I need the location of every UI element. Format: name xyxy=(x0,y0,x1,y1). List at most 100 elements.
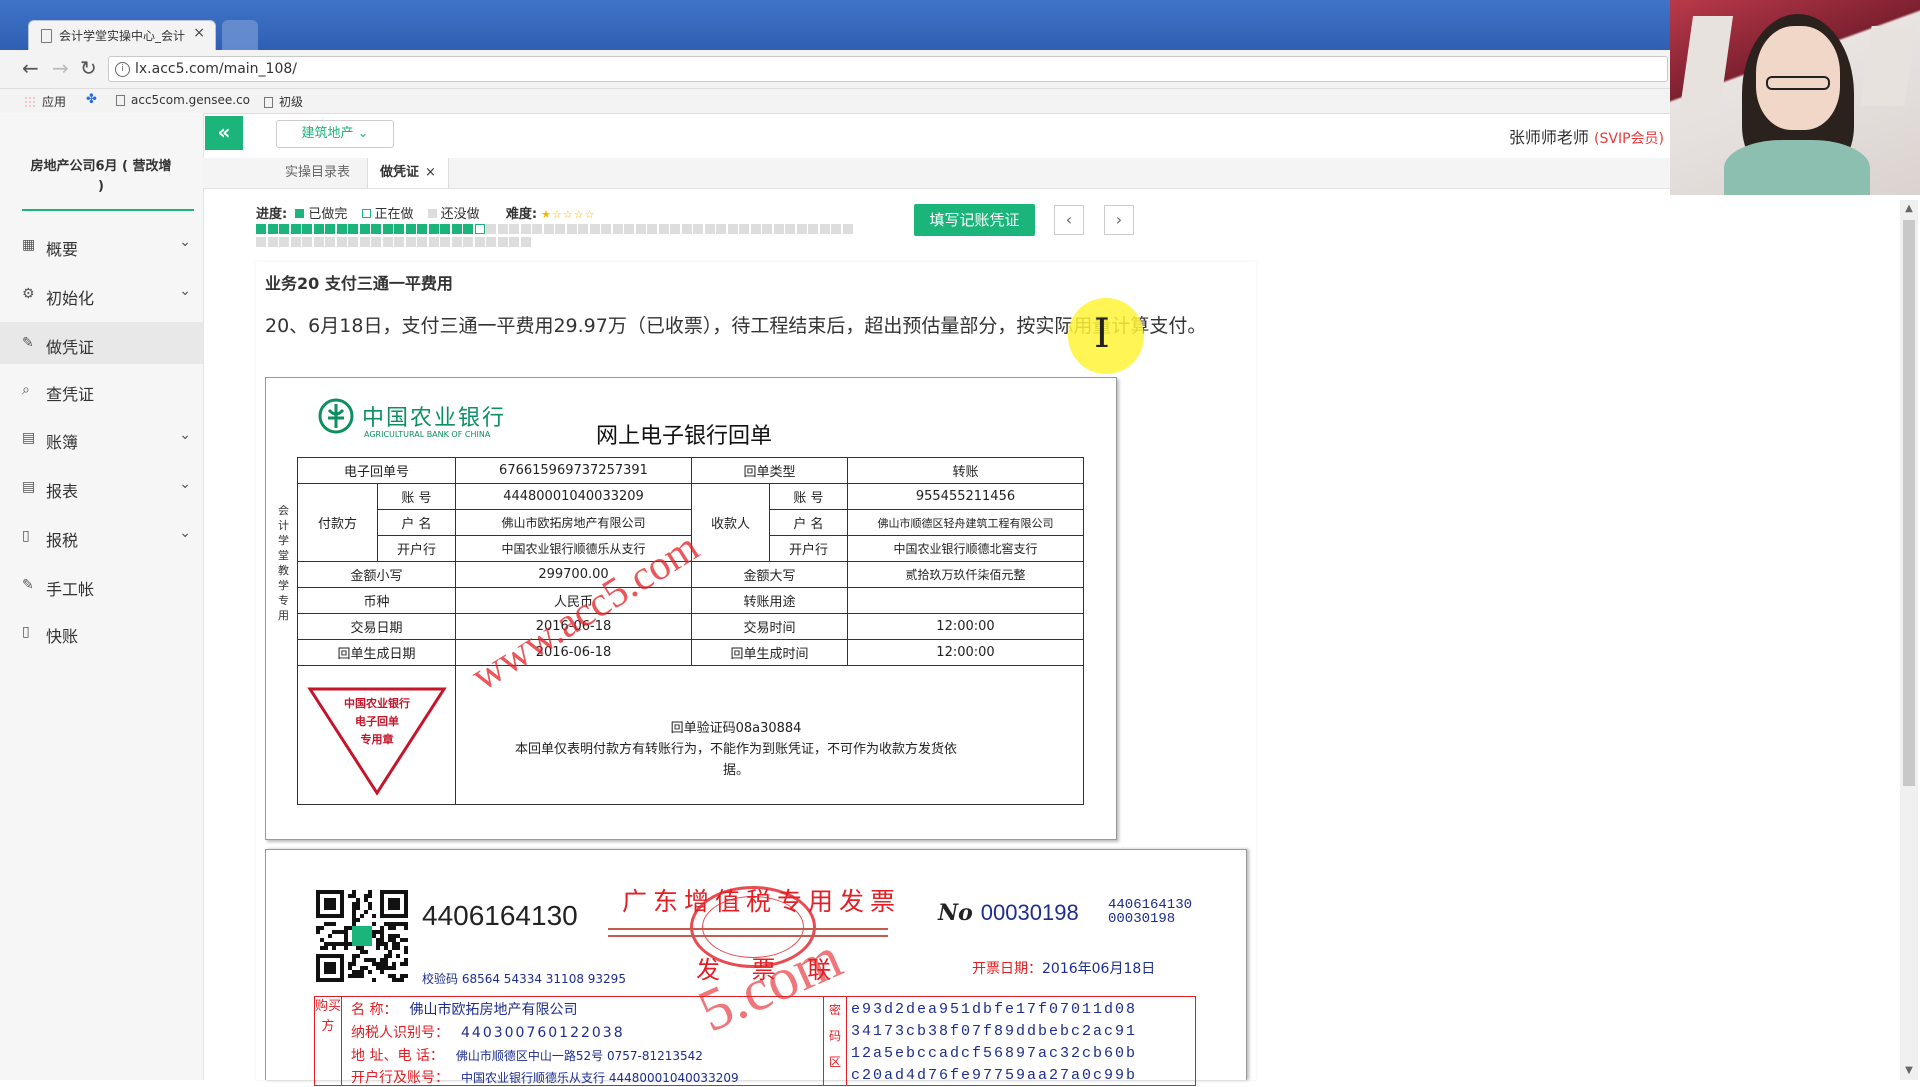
progress-cell[interactable] xyxy=(658,224,669,234)
progress-cell[interactable] xyxy=(612,224,623,234)
progress-cell[interactable] xyxy=(313,237,324,247)
user-info[interactable]: 张师师老师 (SVIP会员) xyxy=(1509,124,1664,148)
forward-icon[interactable]: → xyxy=(52,58,69,78)
progress-cell[interactable] xyxy=(463,237,473,247)
progress-cell[interactable] xyxy=(635,224,646,234)
progress-cell[interactable] xyxy=(566,224,577,234)
progress-cell[interactable] xyxy=(589,224,600,234)
progress-cell[interactable] xyxy=(279,237,289,247)
progress-cell[interactable] xyxy=(704,224,715,234)
progress-cell[interactable] xyxy=(785,224,795,234)
close-tab-icon[interactable]: × xyxy=(193,25,205,41)
progress-cell[interactable] xyxy=(279,224,289,234)
progress-cell[interactable] xyxy=(555,224,565,234)
progress-cell[interactable] xyxy=(382,237,393,247)
progress-cell[interactable] xyxy=(819,224,830,234)
sidebar-item-ledger[interactable]: ▤ 账簿 ⌄ xyxy=(0,417,203,459)
back-icon[interactable]: ← xyxy=(22,58,39,78)
sidebar-item-make-voucher[interactable]: ✎ 做凭证 xyxy=(0,322,203,364)
progress-cell[interactable] xyxy=(520,224,531,234)
industry-dropdown[interactable]: 建筑地产 ⌄ xyxy=(276,120,394,148)
sidebar-item-check-voucher[interactable]: ⌕ 查凭证 xyxy=(0,369,203,411)
sidebar-item-init[interactable]: ⚙ 初始化 ⌄ xyxy=(0,273,203,315)
progress-cell[interactable] xyxy=(727,224,738,234)
progress-cell[interactable] xyxy=(474,224,485,234)
scroll-down-icon[interactable]: ▼ xyxy=(1900,1062,1918,1080)
tab-voucher[interactable]: 做凭证 × xyxy=(367,158,449,188)
progress-cell[interactable] xyxy=(509,224,519,234)
progress-cell[interactable] xyxy=(325,237,335,247)
progress-cell[interactable] xyxy=(601,224,611,234)
sidebar-item-report[interactable]: ▤ 报表 ⌄ xyxy=(0,466,203,508)
progress-cell[interactable] xyxy=(371,237,381,247)
progress-cell[interactable] xyxy=(578,224,588,234)
progress-cell[interactable] xyxy=(670,224,680,234)
progress-cell[interactable] xyxy=(382,224,393,234)
progress-cell[interactable] xyxy=(256,237,266,247)
scrollbar-thumb[interactable] xyxy=(1903,220,1915,786)
progress-cell[interactable] xyxy=(750,224,761,234)
sidebar-item-tax[interactable]: ▯ 报税 ⌄ xyxy=(0,515,203,557)
progress-cell[interactable] xyxy=(428,224,439,234)
progress-cell[interactable] xyxy=(405,224,416,234)
progress-cell[interactable] xyxy=(290,224,301,234)
sidebar-item-quick-ledger[interactable]: ▯ 快账 xyxy=(0,611,203,653)
progress-cell[interactable] xyxy=(405,237,416,247)
new-tab-button[interactable] xyxy=(222,20,258,50)
fill-voucher-button[interactable]: 填写记账凭证 xyxy=(914,204,1035,236)
progress-cell[interactable] xyxy=(348,237,358,247)
progress-cell[interactable] xyxy=(267,224,278,234)
progress-cell[interactable] xyxy=(796,224,807,234)
progress-cell[interactable] xyxy=(359,224,370,234)
bookmark-chuji[interactable]: 初级 xyxy=(264,93,303,110)
info-icon[interactable]: i xyxy=(115,62,130,77)
progress-cell[interactable] xyxy=(451,237,462,247)
progress-cell[interactable] xyxy=(336,237,347,247)
progress-cell[interactable] xyxy=(762,224,772,234)
progress-cell[interactable] xyxy=(417,224,427,234)
progress-cell[interactable] xyxy=(520,237,531,247)
page-scrollbar[interactable]: ▲ ▼ xyxy=(1900,200,1918,1080)
sidebar-item-overview[interactable]: ▦ 概要 ⌄ xyxy=(0,224,203,266)
next-button[interactable]: › xyxy=(1104,205,1134,235)
progress-cell[interactable] xyxy=(371,224,381,234)
progress-cell[interactable] xyxy=(302,237,312,247)
progress-cell[interactable] xyxy=(739,224,749,234)
scroll-up-icon[interactable]: ▲ xyxy=(1900,200,1918,218)
progress-cell[interactable] xyxy=(497,224,508,234)
progress-cell[interactable] xyxy=(336,224,347,234)
progress-cell[interactable] xyxy=(831,224,841,234)
tab-catalog[interactable]: 实操目录表 xyxy=(273,158,362,188)
sidebar-item-manual-ledger[interactable]: ✎ 手工帐 xyxy=(0,564,203,606)
reload-icon[interactable]: ↻ xyxy=(80,58,97,78)
progress-cell[interactable] xyxy=(348,224,358,234)
progress-cell[interactable] xyxy=(842,224,853,234)
progress-cell[interactable] xyxy=(302,224,312,234)
progress-cell[interactable] xyxy=(543,224,554,234)
progress-cell[interactable] xyxy=(486,224,496,234)
address-bar[interactable]: i lx.acc5.com/main_108/ xyxy=(108,56,1668,82)
progress-cell[interactable] xyxy=(693,224,703,234)
paw-icon[interactable]: ✤ xyxy=(86,92,104,108)
progress-cell[interactable] xyxy=(681,224,692,234)
progress-cell[interactable] xyxy=(440,237,450,247)
progress-cell[interactable] xyxy=(290,237,301,247)
progress-cell[interactable] xyxy=(256,224,266,234)
progress-cell[interactable] xyxy=(394,224,404,234)
progress-cell[interactable] xyxy=(359,237,370,247)
progress-cell[interactable] xyxy=(325,224,335,234)
progress-cell[interactable] xyxy=(451,224,462,234)
progress-cell[interactable] xyxy=(428,237,439,247)
close-icon[interactable]: × xyxy=(425,165,436,180)
progress-cell[interactable] xyxy=(440,224,450,234)
collapse-sidebar-button[interactable]: « xyxy=(205,116,243,150)
browser-tab-active[interactable]: 会计学堂实操中心_会计 × xyxy=(28,20,216,50)
prev-button[interactable]: ‹ xyxy=(1054,205,1084,235)
progress-cell[interactable] xyxy=(808,224,818,234)
progress-cell[interactable] xyxy=(624,224,634,234)
progress-cell[interactable] xyxy=(267,237,278,247)
bookmark-apps[interactable]: 应用 xyxy=(24,93,66,110)
progress-cell[interactable] xyxy=(497,237,508,247)
progress-cell[interactable] xyxy=(394,237,404,247)
bookmark-gensee[interactable]: acc5com.gensee.co xyxy=(116,93,250,107)
